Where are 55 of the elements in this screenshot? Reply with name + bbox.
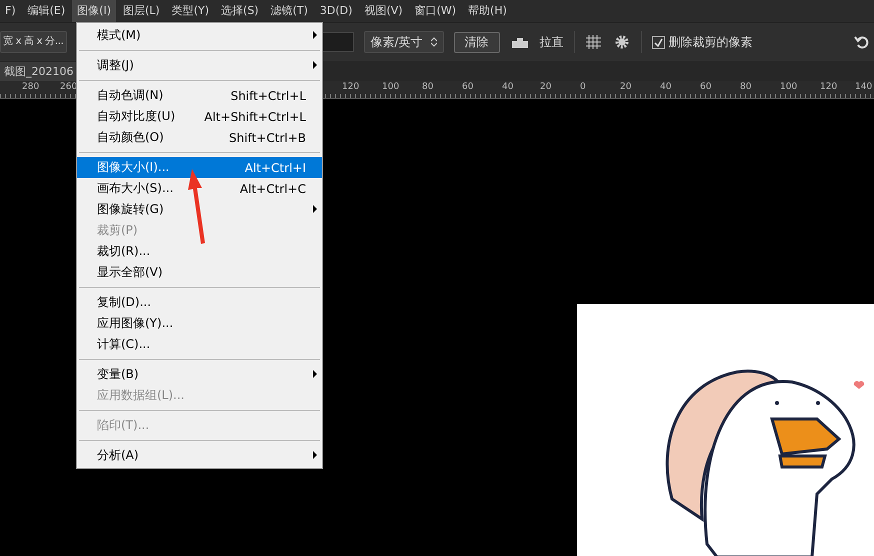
settings-icon[interactable] [612,33,631,51]
menu-item[interactable]: 计算(C)... [77,334,322,355]
menu-item[interactable]: 自动颜色(O) Shift+Ctrl+B [77,127,322,148]
ruler-label: 60 [700,82,712,92]
ruler-label: 280 [22,82,40,92]
menu-bar-item[interactable]: 图像(I) [72,0,116,22]
menu-item[interactable]: 自动色调(N) Shift+Ctrl+L [77,85,322,106]
input-field[interactable] [322,32,354,52]
menu-bar-item[interactable]: 帮助(H) [463,0,512,22]
menu-item[interactable]: 裁切(R)... [77,241,322,262]
menu-item[interactable]: 画布大小(S)... Alt+Ctrl+C [77,178,322,199]
menu-item[interactable]: 显示全部(V) [77,262,322,283]
menu-bar-item[interactable]: 窗口(W) [410,0,462,22]
menu-item[interactable]: 变量(B) [77,364,322,385]
menu-item[interactable]: 调整(J) [77,55,322,76]
ruler-label: 40 [660,82,672,92]
clear-button[interactable]: 清除 [454,32,500,52]
checkbox-label: 删除裁剪的像素 [668,34,753,50]
menu-bar-item[interactable]: 视图(V) [359,0,408,22]
menu-bar-item[interactable]: 类型(Y) [166,0,214,22]
ruler-label: 80 [422,82,434,92]
level-icon[interactable] [510,35,530,49]
menu-bar-item[interactable]: F) [0,0,21,22]
menu-bar-item[interactable]: 3D(D) [314,0,358,22]
ruler-label: 40 [502,82,514,92]
checkbox[interactable] [652,36,665,48]
document-tab[interactable]: 截图_202106 [0,62,78,81]
ruler-label: 100 [382,82,400,92]
menu-item[interactable]: 分析(A) [77,445,322,466]
ruler-label: 140 [855,82,872,92]
menu-item[interactable]: 应用图像(Y)... [77,313,322,334]
grid-icon[interactable] [584,34,603,50]
menu-item[interactable]: 模式(M) [77,25,322,46]
ratio-dropdown[interactable]: 宽 x 高 x 分... [0,31,66,53]
menu-bar-item[interactable]: 选择(S) [216,0,264,22]
menu-bar-item[interactable]: 滤镜(T) [266,0,313,22]
ruler-label: 260 [60,82,78,92]
stepper-icon [430,37,437,47]
ruler-label: 120 [820,82,838,92]
menu-bar-item[interactable]: 图层(L) [118,0,165,22]
ruler-label: 20 [620,82,632,92]
undo-icon[interactable] [854,34,870,50]
menu-item[interactable]: 自动对比度(U) Alt+Shift+Ctrl+L [77,106,322,127]
menu-item[interactable]: 复制(D)... [77,292,322,313]
straighten-label: 拉直 [540,34,564,50]
ruler-label: 0 [580,82,586,92]
ruler-label: 100 [780,82,798,92]
ruler-label: 80 [740,82,752,92]
ruler-label: 60 [462,82,474,92]
unit-dropdown[interactable]: 像素/英寸 [364,31,444,53]
menu-bar-item[interactable]: 编辑(E) [22,0,70,22]
ruler-label: 120 [342,82,360,92]
menu-item[interactable]: 图像大小(I)... Alt+Ctrl+I [77,157,322,178]
menu-item[interactable]: 图像旋转(G) [77,199,322,220]
ruler-label: 20 [540,82,552,92]
